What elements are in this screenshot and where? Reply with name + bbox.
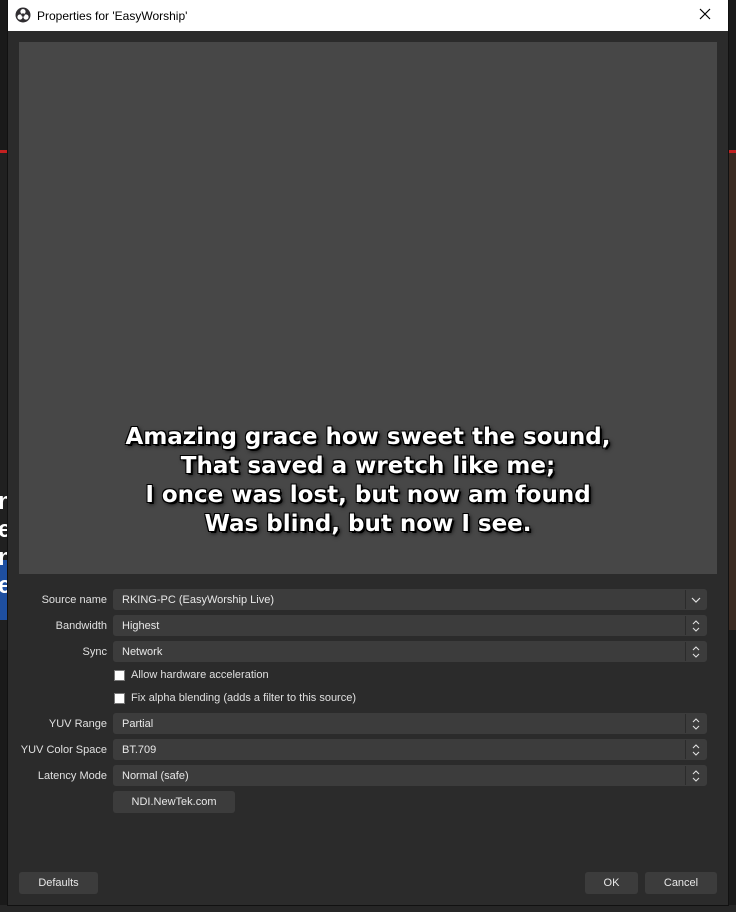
background-letter: e bbox=[0, 572, 12, 599]
up-down-arrows-icon[interactable] bbox=[685, 740, 706, 759]
latency-mode-row: Latency Mode Normal (safe) bbox=[8, 765, 728, 787]
hardware-acceleration-label: Allow hardware acceleration bbox=[131, 669, 269, 681]
hardware-acceleration-checkbox[interactable] bbox=[114, 670, 125, 681]
obs-logo-icon bbox=[15, 7, 31, 23]
sync-value: Network bbox=[122, 646, 163, 658]
source-name-row: Source name RKING-PC (EasyWorship Live) bbox=[8, 589, 728, 611]
sync-label: Sync bbox=[82, 646, 107, 658]
up-down-arrows-icon[interactable] bbox=[685, 616, 706, 635]
background-letter: n bbox=[0, 488, 13, 515]
lyric-line: That saved a wretch like me; bbox=[180, 453, 556, 479]
chevron-down-icon[interactable] bbox=[685, 590, 706, 609]
sync-select[interactable]: Network bbox=[113, 641, 707, 662]
yuv-color-space-value: BT.709 bbox=[122, 744, 157, 756]
latency-mode-label: Latency Mode bbox=[37, 770, 107, 782]
yuv-range-row: YUV Range Partial bbox=[8, 713, 728, 735]
background-app-bottom bbox=[0, 905, 736, 912]
background-text-fragment: n e n e bbox=[0, 488, 13, 600]
up-down-arrows-icon[interactable] bbox=[685, 642, 706, 661]
title-bar: Properties for 'EasyWorship' bbox=[8, 0, 728, 31]
yuv-range-label: YUV Range bbox=[48, 718, 107, 730]
alpha-blending-checkbox[interactable] bbox=[114, 693, 125, 704]
close-button[interactable] bbox=[682, 0, 728, 31]
bandwidth-value: Highest bbox=[122, 620, 160, 632]
source-name-label: Source name bbox=[41, 594, 107, 606]
yuv-color-space-row: YUV Color Space BT.709 bbox=[8, 739, 728, 761]
latency-mode-select[interactable]: Normal (safe) bbox=[113, 765, 707, 786]
yuv-range-select[interactable]: Partial bbox=[113, 713, 707, 734]
background-accent-red bbox=[0, 150, 8, 153]
yuv-color-space-label: YUV Color Space bbox=[20, 744, 107, 756]
properties-dialog: Properties for 'EasyWorship' Amazing gra… bbox=[8, 0, 728, 905]
lyric-line: Amazing grace how sweet the sound, bbox=[125, 424, 611, 450]
ok-button[interactable]: OK bbox=[585, 872, 638, 894]
background-app-right bbox=[728, 150, 736, 630]
defaults-button[interactable]: Defaults bbox=[19, 872, 98, 894]
bandwidth-select[interactable]: Highest bbox=[113, 615, 707, 636]
sync-row: Sync Network bbox=[8, 641, 728, 663]
alpha-blending-label: Fix alpha blending (adds a filter to thi… bbox=[131, 692, 357, 704]
lyric-line: I once was lost, but now am found bbox=[145, 482, 591, 508]
up-down-arrows-icon[interactable] bbox=[685, 766, 706, 785]
cancel-button[interactable]: Cancel bbox=[645, 872, 717, 894]
bandwidth-row: Bandwidth Highest bbox=[8, 615, 728, 637]
source-name-select[interactable]: RKING-PC (EasyWorship Live) bbox=[113, 589, 707, 610]
source-name-value: RKING-PC (EasyWorship Live) bbox=[122, 594, 274, 606]
latency-mode-value: Normal (safe) bbox=[122, 770, 189, 782]
close-icon bbox=[699, 8, 711, 23]
background-letter: e bbox=[0, 516, 12, 543]
ndi-website-button[interactable]: NDI.NewTek.com bbox=[113, 791, 235, 813]
yuv-color-space-select[interactable]: BT.709 bbox=[113, 739, 707, 760]
lyric-line: Was blind, but now I see. bbox=[204, 511, 532, 537]
bandwidth-label: Bandwidth bbox=[55, 620, 107, 632]
background-letter: n bbox=[0, 544, 13, 571]
lyrics-text: Amazing grace how sweet the sound, That … bbox=[19, 423, 717, 539]
source-preview: Amazing grace how sweet the sound, That … bbox=[19, 42, 717, 574]
window-title: Properties for 'EasyWorship' bbox=[37, 9, 188, 23]
yuv-range-value: Partial bbox=[122, 718, 154, 730]
background-accent-red bbox=[728, 150, 736, 153]
up-down-arrows-icon[interactable] bbox=[685, 714, 706, 733]
